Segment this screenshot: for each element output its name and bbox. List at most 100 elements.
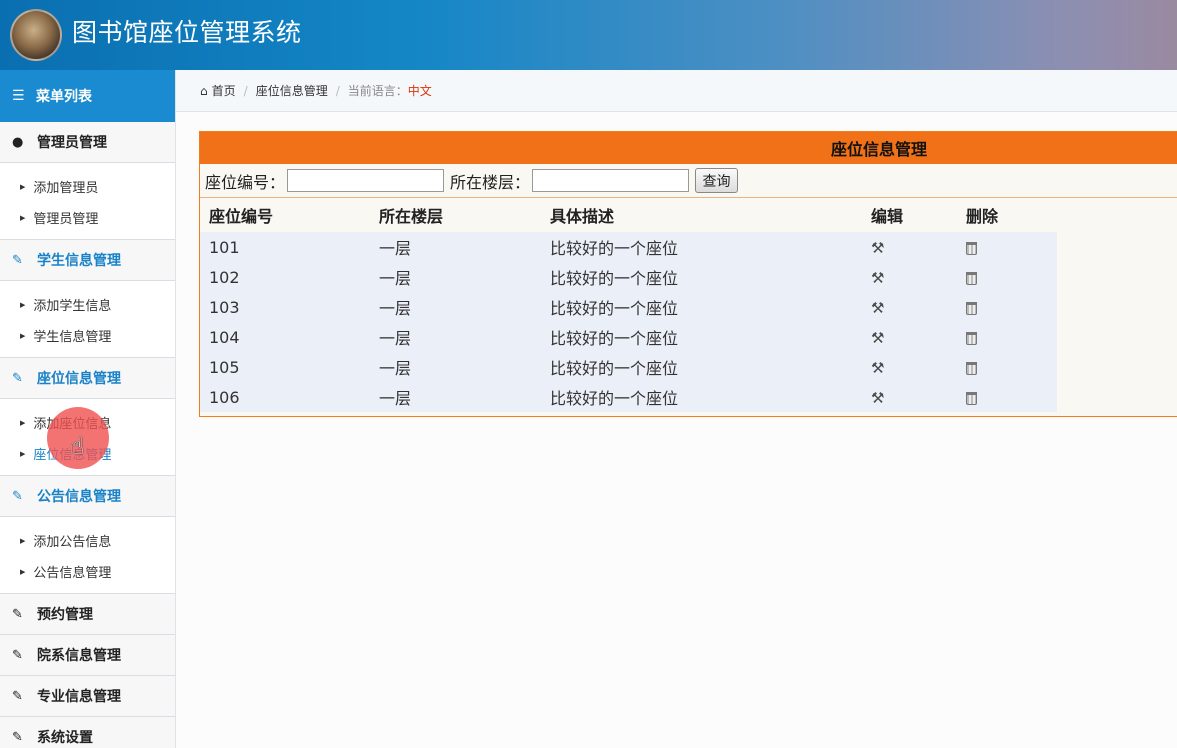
description-cell: 比较好的一个座位 xyxy=(541,352,862,382)
sidebar-submenu-admin: ▶ 添加管理员 ▶ 管理员管理 xyxy=(0,163,175,240)
caret-right-icon: ▶ xyxy=(20,449,26,458)
sidebar-submenu-seat: ▶ 添加座位信息 ▶ 座位信息管理 xyxy=(0,399,175,476)
floor-cell: 一层 xyxy=(370,292,541,322)
sidebar-group-label: 学生信息管理 xyxy=(37,253,121,269)
delete-cell xyxy=(957,382,1057,412)
hammer-icon[interactable]: ⚒ xyxy=(871,239,884,257)
sidebar-group-department[interactable]: ✎ 院系信息管理 xyxy=(0,635,175,676)
table-row: 104 一层 比较好的一个座位 ⚒ xyxy=(200,322,1057,352)
breadcrumb-home[interactable]: 首页 xyxy=(212,82,236,99)
sidebar-item-add-student[interactable]: ▶ 添加学生信息 xyxy=(0,289,175,320)
column-header-description: 具体描述 xyxy=(550,207,615,226)
seat-number-cell: 103 xyxy=(200,292,370,322)
breadcrumb-current[interactable]: 座位信息管理 xyxy=(256,82,328,99)
sidebar-group-admin[interactable]: ● 管理员管理 xyxy=(0,122,175,163)
delete-cell xyxy=(957,322,1057,352)
sidebar-item-add-admin[interactable]: ▶ 添加管理员 xyxy=(0,171,175,202)
floor-cell: 一层 xyxy=(370,262,541,292)
edit-cell: ⚒ xyxy=(862,382,957,412)
list-icon: ☰ xyxy=(12,88,25,104)
seat-panel: 座位信息管理 座位编号： 所在楼层： 查询 座位编号 所在楼层 具体描述 编辑 … xyxy=(199,131,1177,417)
seat-number-cell: 102 xyxy=(200,262,370,292)
sidebar-group-label: 公告信息管理 xyxy=(37,489,121,505)
sidebar-item-add-seat[interactable]: ▶ 添加座位信息 xyxy=(0,407,175,438)
language-label: 当前语言： xyxy=(347,84,408,98)
trash-icon[interactable] xyxy=(966,241,977,255)
seat-number-cell: 104 xyxy=(200,322,370,352)
edit-icon: ✎ xyxy=(12,729,23,745)
hammer-icon[interactable]: ⚒ xyxy=(871,359,884,377)
breadcrumb-separator: / xyxy=(335,83,340,98)
trash-icon[interactable] xyxy=(966,391,977,405)
sidebar-item-admin-manage[interactable]: ▶ 管理员管理 xyxy=(0,202,175,233)
menu-title-label: 菜单列表 xyxy=(36,89,92,105)
sidebar-item-label: 添加管理员 xyxy=(33,181,99,196)
caret-right-icon: ▶ xyxy=(20,213,26,222)
table-header-row: 座位编号 所在楼层 具体描述 编辑 删除 xyxy=(200,198,1057,232)
sidebar-item-student-manage[interactable]: ▶ 学生信息管理 xyxy=(0,320,175,351)
sidebar-group-reservation[interactable]: ✎ 预约管理 xyxy=(0,594,175,635)
column-header-floor: 所在楼层 xyxy=(379,207,444,226)
seat-number-cell: 105 xyxy=(200,352,370,382)
sidebar-group-label: 专业信息管理 xyxy=(37,689,121,705)
seat-number-cell: 101 xyxy=(200,232,370,262)
trash-icon[interactable] xyxy=(966,271,977,285)
sidebar-item-seat-manage[interactable]: ▶ 座位信息管理 xyxy=(0,438,175,469)
seat-number-input[interactable] xyxy=(287,169,445,192)
home-icon: ⌂ xyxy=(200,83,208,98)
sidebar-group-seat[interactable]: ✎ 座位信息管理 xyxy=(0,358,175,399)
edit-icon: ✎ xyxy=(12,370,23,386)
caret-right-icon: ▶ xyxy=(20,300,26,309)
sidebar-item-label: 添加公告信息 xyxy=(33,535,112,550)
seat-number-label: 座位编号： xyxy=(205,172,286,192)
breadcrumb: ⌂ 首页 / 座位信息管理 / 当前语言： 中文 xyxy=(176,70,1177,112)
edit-icon: ✎ xyxy=(12,688,23,704)
caret-right-icon: ▶ xyxy=(20,536,26,545)
delete-cell xyxy=(957,262,1057,292)
hammer-icon[interactable]: ⚒ xyxy=(871,269,884,287)
sidebar-group-major[interactable]: ✎ 专业信息管理 xyxy=(0,676,175,717)
description-cell: 比较好的一个座位 xyxy=(541,232,862,262)
app-title: 图书馆座位管理系统 xyxy=(72,18,302,47)
sidebar-group-label: 座位信息管理 xyxy=(37,371,121,387)
user-icon: ● xyxy=(12,134,24,150)
floor-cell: 一层 xyxy=(370,322,541,352)
sidebar-item-add-notice[interactable]: ▶ 添加公告信息 xyxy=(0,525,175,556)
app-header: 图书馆座位管理系统 xyxy=(0,0,1177,70)
caret-right-icon: ▶ xyxy=(20,182,26,191)
trash-icon[interactable] xyxy=(966,331,977,345)
panel-title: 座位信息管理 xyxy=(200,132,1177,164)
table-row: 105 一层 比较好的一个座位 ⚒ xyxy=(200,352,1057,382)
floor-input[interactable] xyxy=(532,169,690,192)
caret-right-icon: ▶ xyxy=(20,418,26,427)
delete-cell xyxy=(957,232,1057,262)
hammer-icon[interactable]: ⚒ xyxy=(871,389,884,407)
breadcrumb-separator: / xyxy=(243,83,248,98)
trash-icon[interactable] xyxy=(966,301,977,315)
edit-cell: ⚒ xyxy=(862,232,957,262)
hammer-icon[interactable]: ⚒ xyxy=(871,329,884,347)
edit-cell: ⚒ xyxy=(862,352,957,382)
sidebar-item-notice-manage[interactable]: ▶ 公告信息管理 xyxy=(0,556,175,587)
sidebar-item-label: 管理员管理 xyxy=(33,212,99,227)
description-cell: 比较好的一个座位 xyxy=(541,382,862,412)
sidebar-group-settings[interactable]: ✎ 系统设置 xyxy=(0,717,175,748)
sidebar-item-label: 添加座位信息 xyxy=(33,417,112,432)
edit-icon: ✎ xyxy=(12,488,23,504)
floor-cell: 一层 xyxy=(370,382,541,412)
edit-cell: ⚒ xyxy=(862,262,957,292)
hammer-icon[interactable]: ⚒ xyxy=(871,299,884,317)
column-header-delete: 删除 xyxy=(966,207,999,226)
seat-table: 座位编号 所在楼层 具体描述 编辑 删除 101 一层 比较好的一个座位 ⚒ 1… xyxy=(200,198,1057,412)
floor-label: 所在楼层： xyxy=(450,172,531,192)
column-header-seat-number: 座位编号 xyxy=(209,207,274,226)
sidebar-item-label: 添加学生信息 xyxy=(33,299,112,314)
sidebar: ☰ 菜单列表 ● 管理员管理 ▶ 添加管理员 ▶ 管理员管理 ✎ 学生信息管理 ▶ 添… xyxy=(0,70,176,748)
description-cell: 比较好的一个座位 xyxy=(541,262,862,292)
logo-avatar xyxy=(10,9,62,61)
sidebar-group-notice[interactable]: ✎ 公告信息管理 xyxy=(0,476,175,517)
sidebar-group-student[interactable]: ✎ 学生信息管理 xyxy=(0,240,175,281)
query-button[interactable]: 查询 xyxy=(695,168,739,193)
trash-icon[interactable] xyxy=(966,361,977,375)
table-row: 103 一层 比较好的一个座位 ⚒ xyxy=(200,292,1057,322)
